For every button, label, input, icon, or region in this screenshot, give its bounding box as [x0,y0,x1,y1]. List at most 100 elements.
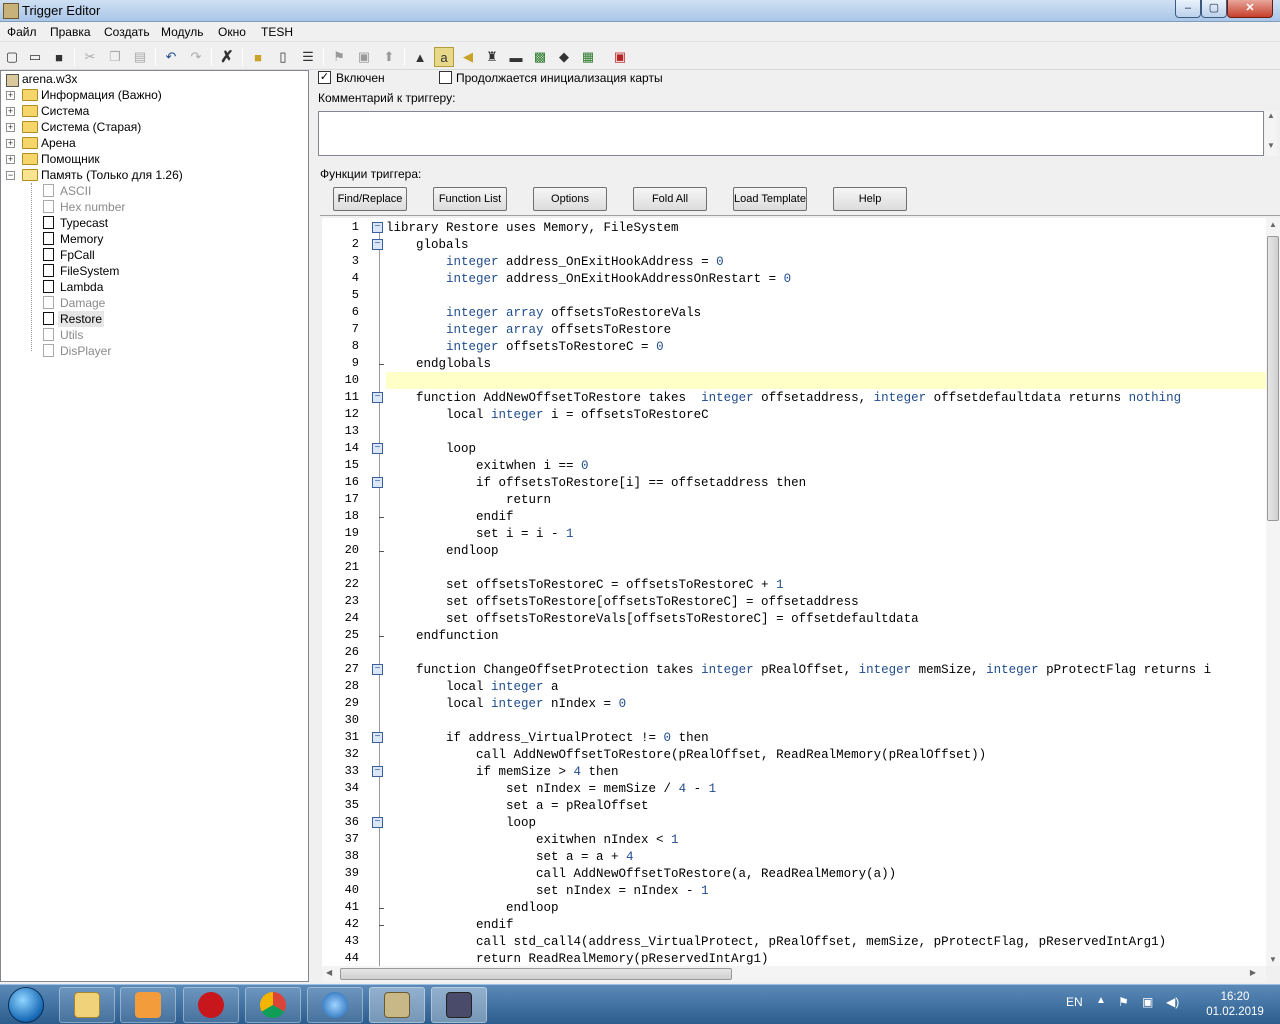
tree-trigger[interactable]: Damage [1,295,301,311]
tree-trigger[interactable]: DisPlayer [1,343,301,359]
code-line[interactable]: set nIndex = memSize / 4 - 1 [386,781,716,798]
code-line[interactable]: local integer nIndex = 0 [386,696,626,713]
code-line[interactable]: if address_VirtualProtect != 0 then [386,730,709,747]
code-line[interactable]: set offsetsToRestoreC = offsetsToRestore… [386,577,784,594]
language-indicator[interactable]: EN [1066,995,1083,1009]
enabled-checkbox[interactable]: ✓ [318,71,331,84]
module-icon[interactable]: ▦ [578,47,598,67]
sound-icon[interactable]: ◀ [458,47,478,67]
paste-icon[interactable]: ▤ [130,47,150,67]
code-line[interactable]: set i = i - 1 [386,526,574,543]
code-line[interactable]: integer offsetsToRestoreC = 0 [386,339,664,356]
tree-trigger[interactable]: Memory [1,231,301,247]
maximize-button[interactable]: ▢ [1201,0,1227,18]
new-comment-icon[interactable]: ☰ [298,47,318,67]
cut-icon[interactable]: ✂ [80,47,100,67]
menu-tesh[interactable]: TESH [261,25,293,39]
undo-icon[interactable]: ↶ [161,47,181,67]
tree-trigger-selected[interactable]: Restore [1,311,301,327]
clock[interactable]: 16:20 01.02.2019 [1196,990,1274,1020]
tree-folder[interactable]: + Арена [1,135,301,151]
code-line[interactable]: local integer a [386,679,559,696]
menu-module[interactable]: Модуль [161,25,204,39]
code-line[interactable]: exitwhen i == 0 [386,458,589,475]
fold-all-button[interactable]: Fold All [633,187,707,211]
code-line[interactable]: set a = pRealOffset [386,798,649,815]
tree-folder[interactable]: + Помощник [1,151,301,167]
code-line[interactable]: return ReadRealMemory(pReservedIntArg1) [386,951,769,966]
tree-trigger[interactable]: Typecast [1,215,301,231]
code-line[interactable]: call AddNewOffsetToRestore(a, ReadRealMe… [386,866,896,883]
campaign-icon[interactable]: ▬ [506,47,526,67]
code-line[interactable]: integer address_OnExitHookAddressOnResta… [386,271,791,288]
tree-trigger[interactable]: Lambda [1,279,301,295]
show-hidden-icons-icon[interactable]: ▲ [1096,995,1106,1006]
options-button[interactable]: Options [533,187,607,211]
code-line[interactable]: endfunction [386,628,499,645]
menu-window[interactable]: Окно [218,25,246,39]
object-icon[interactable]: ♜ [482,47,502,67]
code-line[interactable]: return [386,492,551,509]
vertical-scroll-thumb[interactable] [1267,236,1279,521]
trigger-editor-icon[interactable]: a [434,47,454,67]
chrome-icon[interactable] [245,987,301,1023]
expand-icon[interactable]: + [6,107,15,116]
garena-icon[interactable] [183,987,239,1023]
tree-folder[interactable]: + Информация (Важно) [1,87,301,103]
code-line[interactable]: endloop [386,543,499,560]
code-line[interactable]: endglobals [386,356,491,373]
minimize-button[interactable]: ‒ [1175,0,1201,18]
new-icon[interactable]: ▢ [2,47,22,67]
code-line[interactable]: set offsetsToRestoreVals[offsetsToRestor… [386,611,919,628]
tree-trigger[interactable]: Utils [1,327,301,343]
horizontal-scroll-thumb[interactable] [340,968,732,980]
fold-toggle-icon[interactable]: − [372,817,383,828]
copy-icon[interactable]: ❐ [105,47,125,67]
code-line[interactable]: set offsetsToRestore[offsetsToRestoreC] … [386,594,859,611]
test-map-icon[interactable]: ⚑ [329,47,349,67]
code-line[interactable]: set a = a + 4 [386,849,634,866]
action-center-icon[interactable]: ⚑ [1118,995,1129,1009]
media-player-icon[interactable] [120,987,176,1023]
code-editor[interactable]: 1− library Restore uses Memory, FileSyste… [322,218,1266,966]
code-line[interactable]: function ChangeOffsetProtection takes in… [386,662,1211,679]
comment-textarea[interactable] [318,111,1264,156]
expand-icon[interactable]: + [6,123,15,132]
volume-icon[interactable]: ◀) [1166,995,1179,1009]
script-icon[interactable]: ◆ [554,47,574,67]
variables-icon[interactable]: ▣ [354,47,374,67]
ai-icon[interactable]: ▩ [530,47,550,67]
code-line[interactable]: endloop [386,900,559,917]
fold-toggle-icon[interactable]: − [372,732,383,743]
comment-scrollbar[interactable]: ▲ ▼ [1265,111,1277,156]
code-line[interactable]: integer array offsetsToRestore [386,322,671,339]
expand-icon[interactable]: + [6,91,15,100]
terrain-icon[interactable]: ▲ [410,47,430,67]
redo-icon[interactable]: ↷ [186,47,206,67]
collapse-icon[interactable]: − [6,171,15,180]
code-line[interactable]: globals [386,237,469,254]
tree-root[interactable]: arena.w3x [1,71,301,87]
fold-toggle-icon[interactable]: − [372,392,383,403]
tool-icon[interactable]: ▣ [610,47,630,67]
new-category-icon[interactable]: ■ [248,47,268,67]
tree-folder[interactable]: + Система (Старая) [1,119,301,135]
init-checkbox[interactable] [439,71,452,84]
network-icon[interactable]: ▣ [1142,995,1153,1009]
code-line[interactable]: function AddNewOffsetToRestore takes int… [386,390,1181,407]
menu-edit[interactable]: Правка [50,25,91,39]
tree-trigger[interactable]: ASCII [1,183,301,199]
warcraft-icon[interactable] [431,987,487,1023]
code-line[interactable]: if memSize > 4 then [386,764,619,781]
code-line[interactable]: library Restore uses Memory, FileSystem [386,220,679,237]
code-line[interactable]: set nIndex = nIndex - 1 [386,883,709,900]
menu-create[interactable]: Создать [104,25,150,39]
tree-trigger[interactable]: FileSystem [1,263,301,279]
code-line[interactable]: if offsetsToRestore[i] == offsetaddress … [386,475,806,492]
load-template-button[interactable]: Load Template [733,187,807,211]
explorer-icon[interactable] [59,987,115,1023]
tree-folder[interactable]: + Система [1,103,301,119]
fold-toggle-icon[interactable]: − [372,477,383,488]
import-icon[interactable]: ⬆ [379,47,399,67]
fold-toggle-icon[interactable]: − [372,766,383,777]
